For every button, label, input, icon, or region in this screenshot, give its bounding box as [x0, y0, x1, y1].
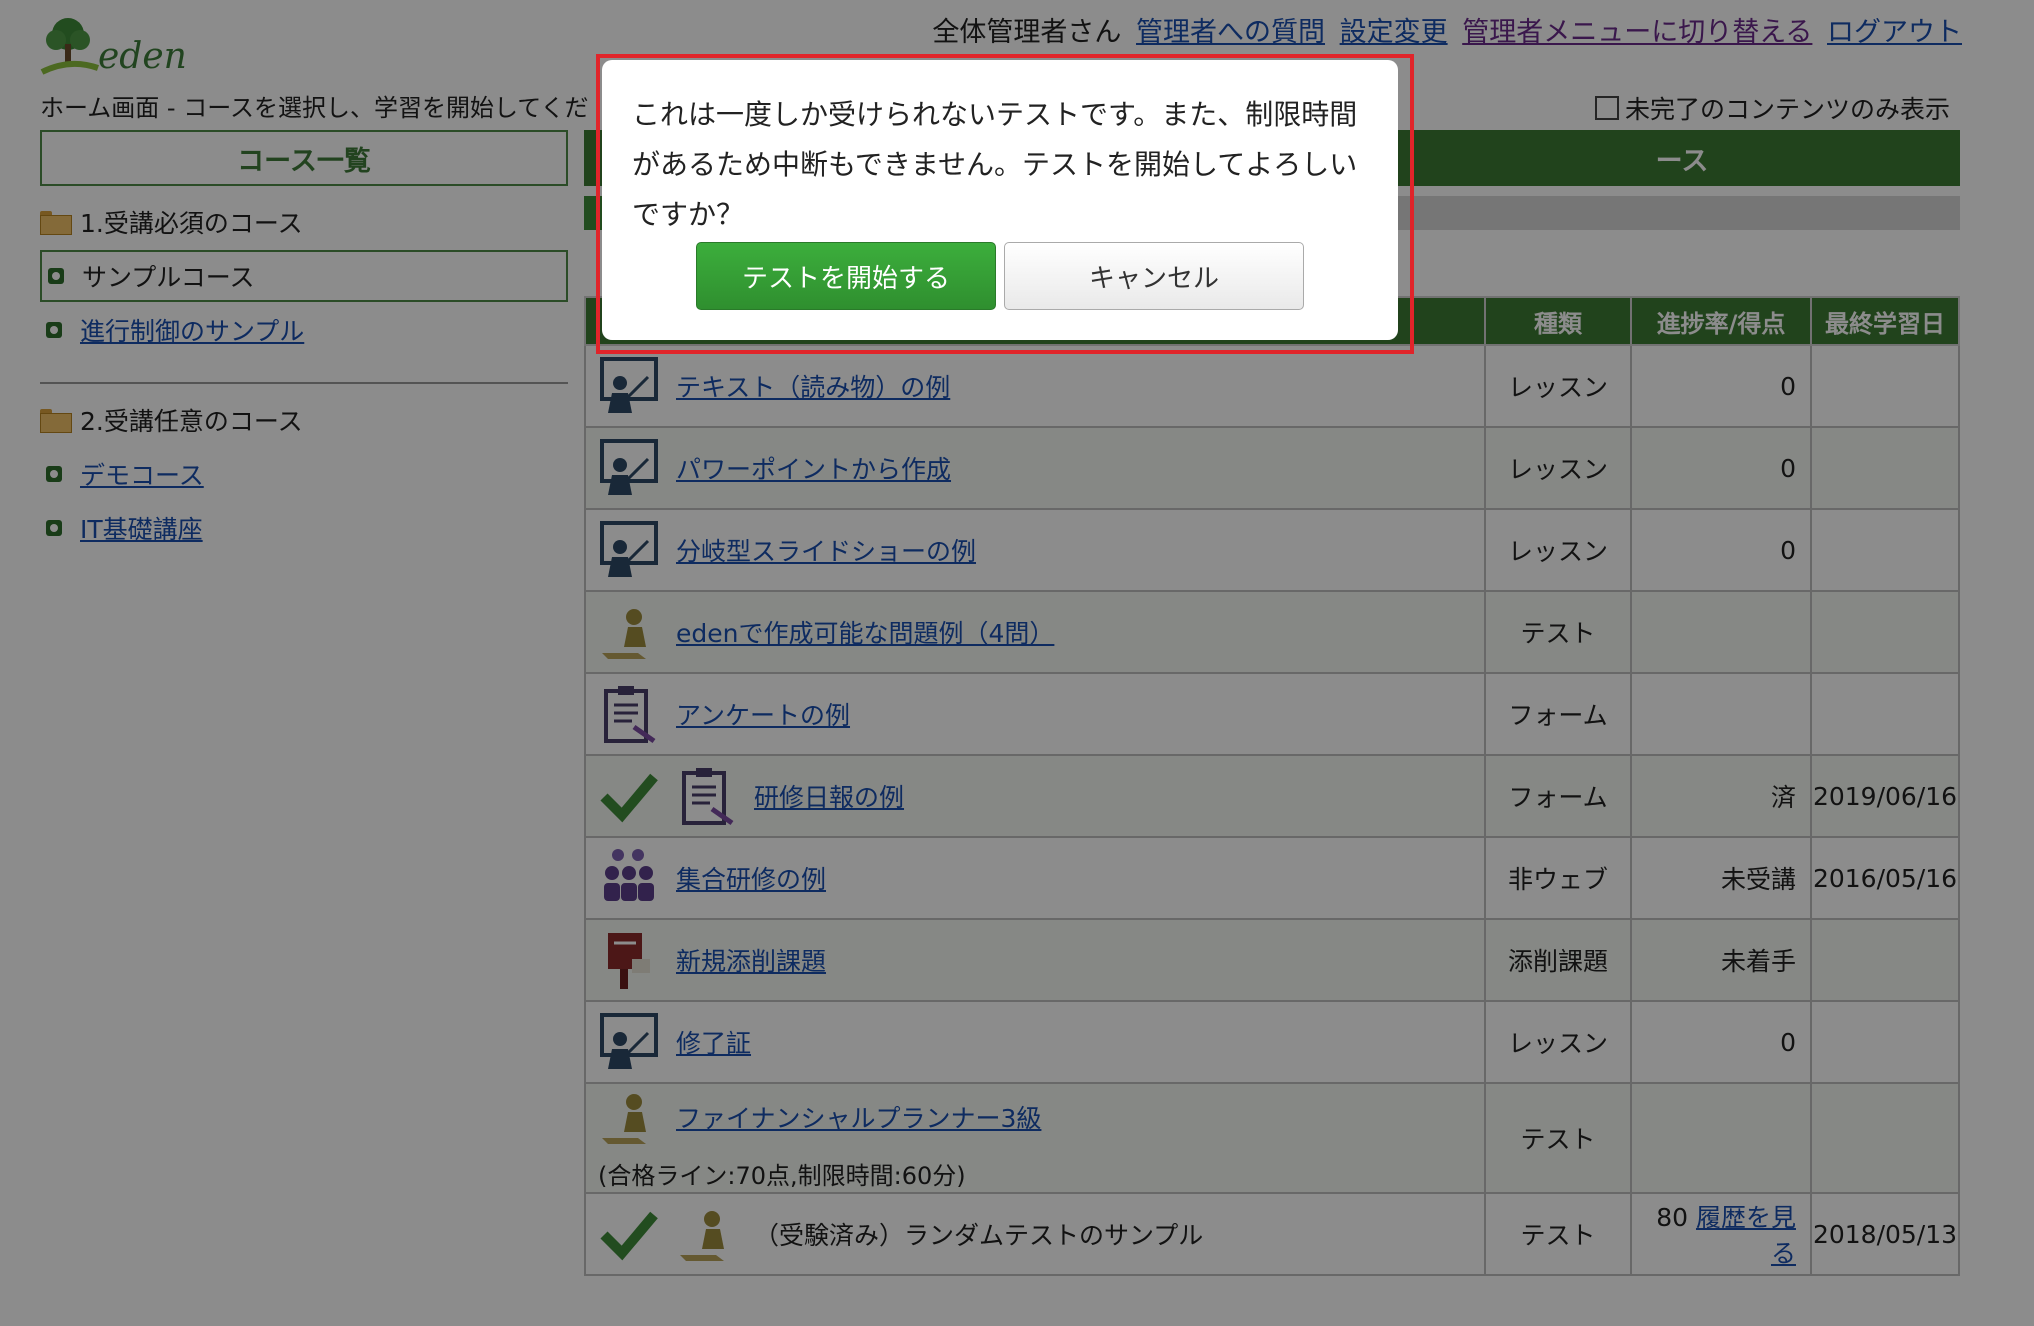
dialog-buttons: テストを開始する キャンセル [632, 242, 1368, 310]
dialog-message: これは一度しか受けられないテストです。また、制限時間があるため中断もできません。… [632, 98, 1358, 231]
cancel-button[interactable]: キャンセル [1004, 242, 1304, 310]
start-test-button[interactable]: テストを開始する [696, 242, 996, 310]
confirm-dialog: これは一度しか受けられないテストです。また、制限時間があるため中断もできません。… [602, 60, 1398, 340]
